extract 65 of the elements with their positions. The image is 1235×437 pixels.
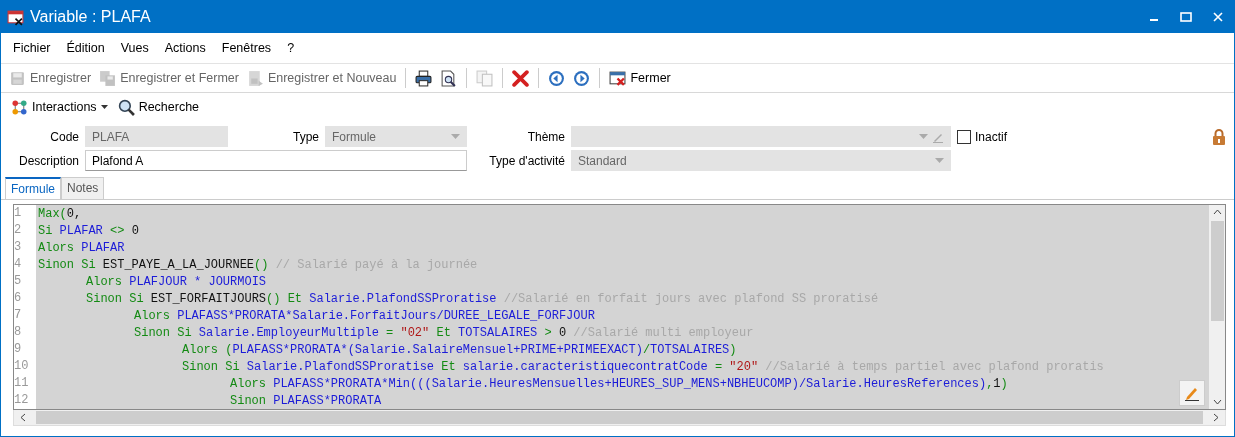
dropdown-arrow-icon <box>935 158 944 163</box>
forward-arrow-icon <box>573 69 591 87</box>
code-line: Alors PLAFAR <box>38 240 125 255</box>
delete-icon <box>512 69 530 87</box>
field-label: Code <box>49 129 79 144</box>
toolbar-button[interactable]: Fermer <box>607 67 673 89</box>
window-close-icon <box>609 69 627 87</box>
field-label: Type <box>292 129 319 144</box>
toolbar-button[interactable]: Recherche <box>115 96 202 118</box>
menu-item[interactable]: Actions <box>164 41 206 55</box>
field-label: Type d'activité <box>488 153 565 168</box>
caret-icon <box>100 105 108 109</box>
line-number: 3 <box>14 239 36 256</box>
field-label: Description <box>17 153 79 168</box>
code-line: Alors PLAFASS*PRORATA*Salarie.ForfaitJours/DUREE_LEGALE_FORFJOUR <box>133 308 595 323</box>
code-line: Si PLAFAR <> 0 <box>38 223 139 238</box>
printer-icon <box>415 69 433 87</box>
code-line: Max(0, <box>38 206 82 221</box>
documents-icon <box>476 69 494 87</box>
code-line: Alors PLAFASS*PRORATA*Min(((Salarie.HeuresMensuelles+HEURES_SUP_MENS+NBHEUCOMP)/Salarie.HeuresReferences),1) <box>229 376 1008 391</box>
scroll-left-icon[interactable] <box>20 413 26 422</box>
toolbar-button[interactable]: Interactions <box>9 96 110 118</box>
scroll-up-icon[interactable] <box>1212 209 1222 215</box>
menu-item[interactable]: Édition <box>66 41 105 55</box>
line-number: 7 <box>14 307 36 324</box>
line-number: 10 <box>14 358 36 375</box>
edit-button[interactable] <box>1179 380 1205 406</box>
menu-item[interactable]: Vues <box>120 41 149 55</box>
code-editor[interactable] <box>13 204 1226 410</box>
code-line: Alors (PLAFASS*PRORATA*(Salarie.SalaireMensuel+PRIME+PRIMEEXACT)/TOTSALAIRES) <box>181 342 737 357</box>
menu-item[interactable]: ? <box>287 41 295 55</box>
tab[interactable]: Notes <box>61 177 105 199</box>
horizontal-scrollbar[interactable] <box>13 410 1226 426</box>
document-magnifier-icon <box>440 69 458 87</box>
line-number: 1 <box>14 205 36 222</box>
network-icon <box>11 98 28 116</box>
dropdown-arrow-icon <box>919 134 928 139</box>
line-number: 4 <box>14 256 36 273</box>
app-icon <box>7 8 24 26</box>
window-title: Variable : PLAFA <box>30 8 152 26</box>
menu-item[interactable]: Fenêtres <box>221 41 272 55</box>
description-field[interactable]: Plafond A <box>85 150 467 171</box>
field-label: Thème <box>526 129 565 144</box>
scroll-down-icon[interactable] <box>1212 399 1222 405</box>
back-arrow-icon <box>548 69 566 87</box>
pencil-icon <box>1184 385 1200 401</box>
code-line: Alors PLAFJOUR * JOURMOIS <box>85 274 267 289</box>
scroll-right-icon[interactable] <box>1213 413 1219 422</box>
code-line: Sinon PLAFASS*PRORATA <box>229 393 382 408</box>
line-number: 11 <box>14 375 36 392</box>
line-number: 5 <box>14 273 36 290</box>
toolbar-button[interactable] <box>413 67 435 89</box>
line-number: 9 <box>14 341 36 358</box>
document-icon <box>246 69 264 87</box>
menu-item[interactable]: Fichier <box>13 41 51 55</box>
line-number: 12 <box>14 392 36 409</box>
dropdown-arrow-icon <box>451 134 460 139</box>
line-number: 6 <box>14 290 36 307</box>
search-icon <box>117 98 135 116</box>
vertical-scrollbar[interactable] <box>1209 205 1225 409</box>
floppy-disk-icon <box>99 69 117 87</box>
line-number: 2 <box>14 222 36 239</box>
lock-icon <box>1212 128 1226 145</box>
line-number: 8 <box>14 324 36 341</box>
tab[interactable]: Formule <box>5 177 61 199</box>
